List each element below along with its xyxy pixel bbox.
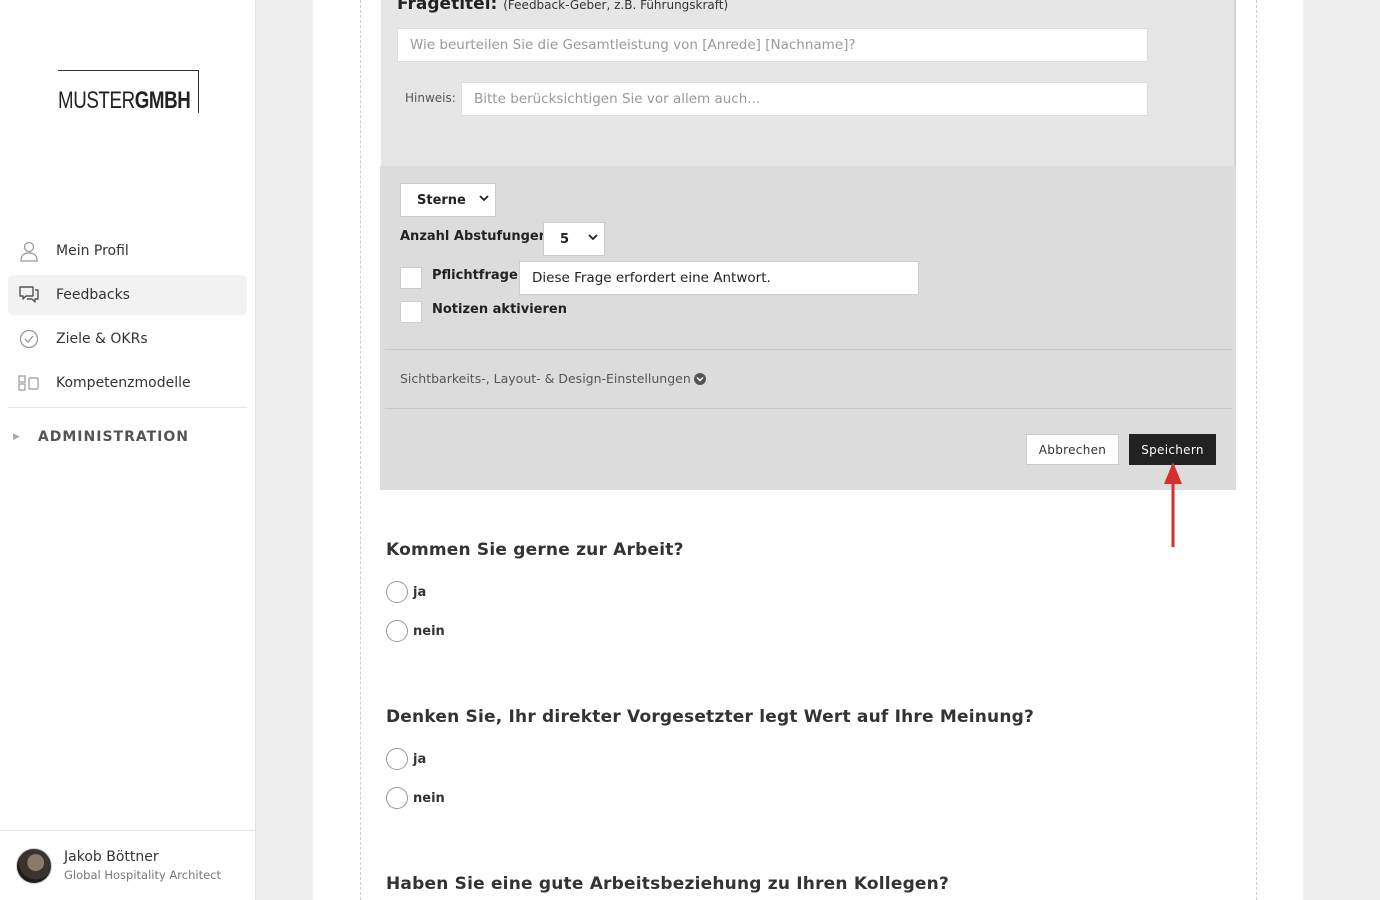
nav-item-kompetenzmodelle[interactable]: Kompetenzmodelle (8, 363, 247, 403)
divider (385, 408, 1232, 409)
notes-checkbox[interactable] (400, 301, 422, 323)
nav-item-administration[interactable]: ▶ ADMINISTRATION (8, 408, 247, 466)
required-label: Pflichtfrage (432, 268, 518, 283)
nav-label: Mein Profil (56, 243, 129, 259)
main-nav: Mein Profil Feedbacks Ziele & OKRs Kompe… (8, 231, 247, 466)
check-circle-icon (18, 328, 40, 350)
hint-input[interactable]: Bitte berücksichtigen Sie vor allem auch… (461, 82, 1148, 116)
nav-label: Kompetenzmodelle (56, 375, 191, 391)
save-button[interactable]: Speichern (1129, 434, 1216, 465)
chevron-circle-down-icon (693, 372, 706, 385)
required-message-input[interactable]: Diese Frage erfordert eine Antwort. (519, 261, 919, 295)
nav-label: Feedbacks (56, 287, 130, 303)
chevron-down-icon (479, 193, 489, 206)
user-icon (18, 240, 40, 262)
required-checkbox[interactable] (400, 267, 422, 289)
radio-button[interactable] (386, 581, 408, 603)
question-1-option-ja[interactable]: ja (386, 581, 426, 603)
question-3-title: Haben Sie eine gute Arbeitsbeziehung zu … (386, 874, 950, 894)
radio-button[interactable] (386, 787, 408, 809)
question-type-select[interactable]: Sterne (400, 183, 496, 217)
user-profile[interactable]: Jakob Böttner Global Hospitality Archite… (0, 830, 255, 900)
caret-right-icon: ▶ (13, 432, 20, 442)
sidebar: MUSTERGMBH Mein Profil Feedbacks Ziele &… (0, 0, 256, 900)
steps-label: Anzahl Abstufungen (400, 229, 549, 244)
company-logo[interactable]: MUSTERGMBH (58, 70, 199, 115)
user-name: Jakob Böttner (64, 849, 159, 865)
logo-part1: MUSTER (58, 87, 135, 114)
question-title-label: Fragetitel: (Feedback-Geber, z.B. Führun… (397, 0, 729, 14)
visibility-settings-toggle[interactable]: Sichtbarkeits-, Layout- & Design-Einstel… (400, 371, 706, 386)
radio-button[interactable] (386, 620, 408, 642)
question-2-option-nein[interactable]: nein (386, 787, 445, 809)
question-1-option-nein[interactable]: nein (386, 620, 445, 642)
question-1-title: Kommen Sie gerne zur Arbeit? (386, 540, 684, 560)
nav-item-feedbacks[interactable]: Feedbacks (8, 275, 247, 315)
chat-icon (18, 284, 40, 306)
question-title-input[interactable]: Wie beurteilen Sie die Gesamtleistung vo… (397, 28, 1148, 62)
radio-button[interactable] (386, 748, 408, 770)
question-2-title: Denken Sie, Ihr direkter Vorgesetzter le… (386, 707, 1035, 727)
model-icon (18, 372, 40, 394)
annotation-arrow-icon (1164, 462, 1182, 547)
nav-label: Ziele & OKRs (56, 331, 148, 347)
logo-part2: GMBH (134, 87, 191, 114)
cancel-button[interactable]: Abbrechen (1026, 434, 1119, 465)
avatar (16, 847, 52, 884)
steps-select[interactable]: 5 (543, 222, 605, 256)
admin-label: ADMINISTRATION (37, 429, 189, 445)
chevron-down-icon (588, 232, 598, 245)
nav-item-ziele-okrs[interactable]: Ziele & OKRs (8, 319, 247, 359)
notes-label: Notizen aktivieren (432, 302, 567, 317)
nav-item-mein-profil[interactable]: Mein Profil (8, 231, 247, 271)
question-2-option-ja[interactable]: ja (386, 748, 426, 770)
hint-label: Hinweis: (405, 91, 456, 105)
user-role: Global Hospitality Architect (64, 868, 221, 882)
question-title-note: (Feedback-Geber, z.B. Führungskraft) (503, 0, 729, 12)
divider (385, 349, 1232, 350)
